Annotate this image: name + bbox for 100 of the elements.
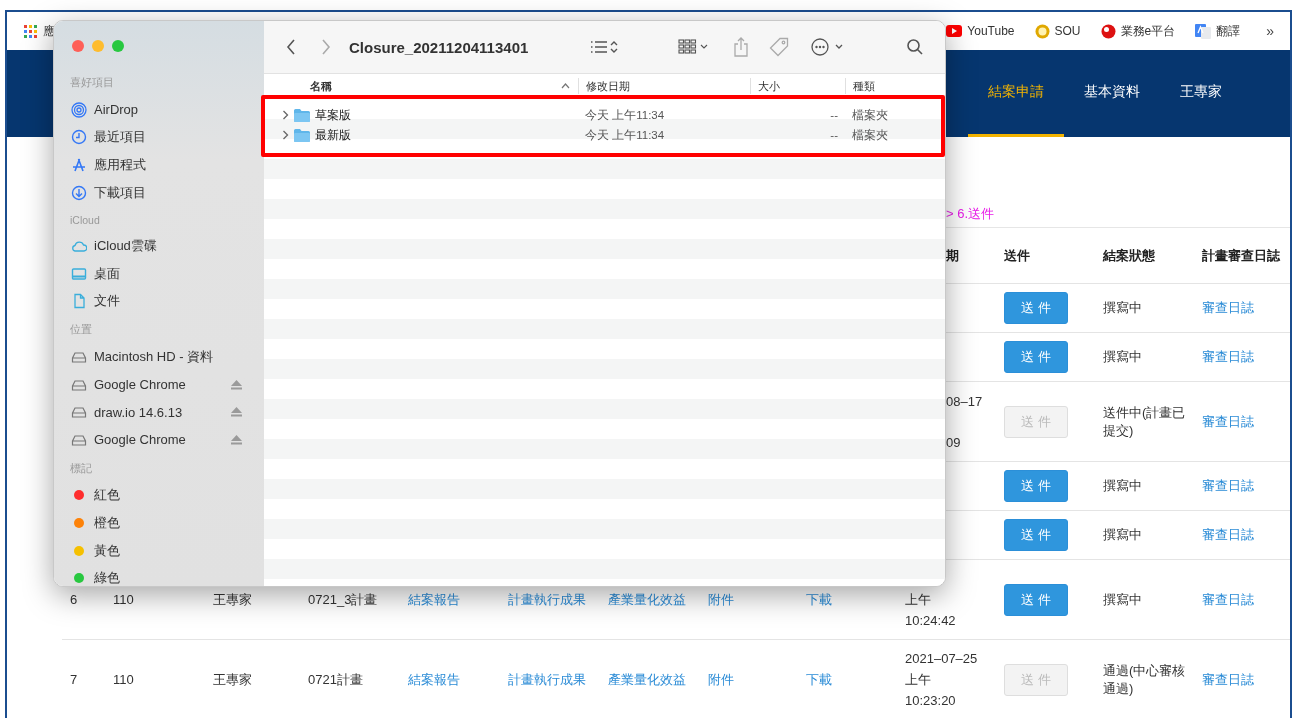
status-text: 撰寫中 bbox=[1103, 590, 1142, 609]
list-view-icon[interactable] bbox=[590, 39, 619, 55]
review-log-link[interactable]: 審查日誌 bbox=[1202, 590, 1254, 609]
folder-icon bbox=[294, 108, 310, 122]
column-header: 結案狀態 bbox=[1103, 246, 1155, 265]
zoom-window-button[interactable] bbox=[112, 40, 124, 52]
bookmark-link[interactable]: SOU bbox=[1054, 24, 1081, 38]
folder-icon bbox=[294, 128, 310, 142]
window-title: Closure_20211204113401 bbox=[349, 38, 529, 56]
desktop-icon bbox=[71, 265, 87, 282]
status-text: 通過(中心審核通過) bbox=[1103, 661, 1186, 698]
apps-grid-icon bbox=[23, 23, 38, 39]
sidebar-section-heading: 位置 bbox=[70, 323, 93, 338]
eject-icon[interactable] bbox=[231, 407, 242, 418]
file-name[interactable]: 草案版 bbox=[315, 107, 351, 123]
review-log-link[interactable]: 審查日誌 bbox=[1202, 526, 1254, 544]
download-icon bbox=[71, 184, 87, 201]
sidebar-section-heading: 喜好項目 bbox=[70, 76, 115, 90]
file-size: -- bbox=[830, 109, 838, 121]
table-link[interactable]: 結案報告 bbox=[408, 590, 460, 609]
review-log-link[interactable]: 審查日誌 bbox=[1202, 348, 1254, 366]
row-number: 6 bbox=[70, 590, 78, 609]
minimize-window-button[interactable] bbox=[92, 40, 104, 52]
status-text: 撰寫中 bbox=[1103, 348, 1142, 366]
review-log-link[interactable]: 審查日誌 bbox=[1202, 299, 1254, 317]
badge-logo-icon bbox=[1034, 23, 1050, 39]
column-header[interactable]: 名稱 bbox=[310, 78, 332, 94]
close-window-button[interactable] bbox=[72, 40, 84, 52]
sidebar-item[interactable]: 橙色 bbox=[94, 513, 120, 532]
review-log-link[interactable]: 審查日誌 bbox=[1202, 477, 1254, 495]
nav-tab[interactable]: 王專家 bbox=[1160, 50, 1242, 137]
expert-name: 王專家 bbox=[213, 590, 252, 609]
globe-logo-icon bbox=[1100, 23, 1116, 39]
translate-icon bbox=[1195, 23, 1212, 39]
nav-tab[interactable]: 基本資料 bbox=[1064, 50, 1160, 137]
table-link[interactable]: 計畫執行成果 bbox=[508, 590, 586, 609]
sidebar-item[interactable]: 應用程式 bbox=[94, 156, 146, 174]
back-icon[interactable] bbox=[286, 39, 296, 55]
share-icon[interactable] bbox=[733, 37, 750, 57]
sidebar-item[interactable]: 下載項目 bbox=[94, 183, 146, 202]
column-header[interactable]: 大小 bbox=[758, 78, 780, 94]
disclosure-icon[interactable] bbox=[282, 130, 289, 140]
column-header[interactable]: 修改日期 bbox=[586, 78, 630, 94]
nav-tab[interactable]: 結案申請 bbox=[968, 50, 1064, 137]
date-text: 08–17 bbox=[946, 393, 983, 411]
date-text: 10:23:20 bbox=[905, 692, 957, 710]
sidebar-item[interactable]: 桌面 bbox=[94, 264, 120, 283]
date-text: 10:24:42 bbox=[905, 612, 956, 630]
eject-icon[interactable] bbox=[231, 434, 242, 445]
sidebar-item[interactable]: 文件 bbox=[94, 292, 120, 311]
forward-icon[interactable] bbox=[321, 39, 331, 55]
table-link[interactable]: 下載 bbox=[806, 590, 832, 609]
column-header: 期 bbox=[945, 246, 959, 265]
bookmarks-overflow-button[interactable]: » bbox=[1260, 23, 1280, 39]
disclosure-icon[interactable] bbox=[282, 110, 289, 120]
table-link[interactable]: 計畫執行成果 bbox=[508, 670, 586, 689]
table-link[interactable]: 下載 bbox=[806, 670, 832, 689]
sidebar-item[interactable]: 黃色 bbox=[94, 541, 120, 560]
review-log-link[interactable]: 審查日誌 bbox=[1202, 412, 1254, 431]
table-link[interactable]: 結案報告 bbox=[408, 670, 460, 689]
table-link[interactable]: 附件 bbox=[708, 590, 734, 609]
sidebar-item[interactable]: Google Chrome bbox=[94, 377, 186, 393]
date-text: 上午 bbox=[905, 671, 932, 689]
bookmark-link[interactable]: 業務e平台 bbox=[1120, 22, 1176, 40]
bookmark-link[interactable]: 翻譯 bbox=[1216, 22, 1241, 40]
date-text: 上午 bbox=[905, 591, 932, 609]
bookmark-link[interactable]: YouTube bbox=[967, 24, 1015, 38]
more-actions-icon[interactable] bbox=[811, 38, 844, 56]
table-link[interactable]: 附件 bbox=[708, 670, 734, 689]
table-link[interactable]: 產業量化效益 bbox=[608, 590, 686, 609]
sidebar-item[interactable]: AirDrop bbox=[94, 102, 139, 118]
sidebar-item[interactable]: 紅色 bbox=[94, 486, 120, 505]
sidebar-item[interactable]: iCloud雲碟 bbox=[94, 237, 157, 256]
review-log-link[interactable]: 審查日誌 bbox=[1202, 670, 1254, 689]
expert-name: 王專家 bbox=[213, 670, 252, 689]
sidebar-item[interactable]: 綠色 bbox=[94, 569, 120, 586]
plan-name: 0721_3計畫 bbox=[308, 590, 378, 609]
sort-caret-icon bbox=[561, 83, 570, 89]
sidebar-item[interactable]: Google Chrome bbox=[94, 432, 186, 448]
status-text: 撰寫中 bbox=[1103, 299, 1142, 317]
sidebar-item[interactable]: Macintosh HD - 資料 bbox=[94, 347, 214, 366]
sidebar-item[interactable]: draw.io 14.6.13 bbox=[94, 404, 183, 420]
sidebar-item[interactable]: 最近項目 bbox=[94, 128, 146, 147]
date-text: 2021–07–25 bbox=[905, 650, 978, 668]
date-text: 09 bbox=[946, 434, 962, 452]
group-view-icon[interactable] bbox=[678, 38, 709, 56]
table-link[interactable]: 產業量化效益 bbox=[608, 670, 686, 689]
airdrop-icon bbox=[71, 101, 87, 118]
column-header: 送件 bbox=[1004, 246, 1030, 265]
bookmark-link[interactable]: 應 bbox=[43, 22, 55, 40]
column-header[interactable]: 種類 bbox=[853, 78, 875, 94]
clock-icon bbox=[71, 129, 87, 146]
modified-date: 今天 上午11:34 bbox=[585, 127, 665, 143]
tag-icon[interactable] bbox=[769, 37, 790, 57]
file-kind: 檔案夾 bbox=[852, 107, 888, 123]
year-cell: 110 bbox=[113, 590, 134, 609]
file-name[interactable]: 最新版 bbox=[315, 127, 351, 143]
search-icon[interactable] bbox=[907, 39, 923, 55]
eject-icon[interactable] bbox=[231, 379, 242, 390]
document-icon bbox=[71, 293, 87, 310]
